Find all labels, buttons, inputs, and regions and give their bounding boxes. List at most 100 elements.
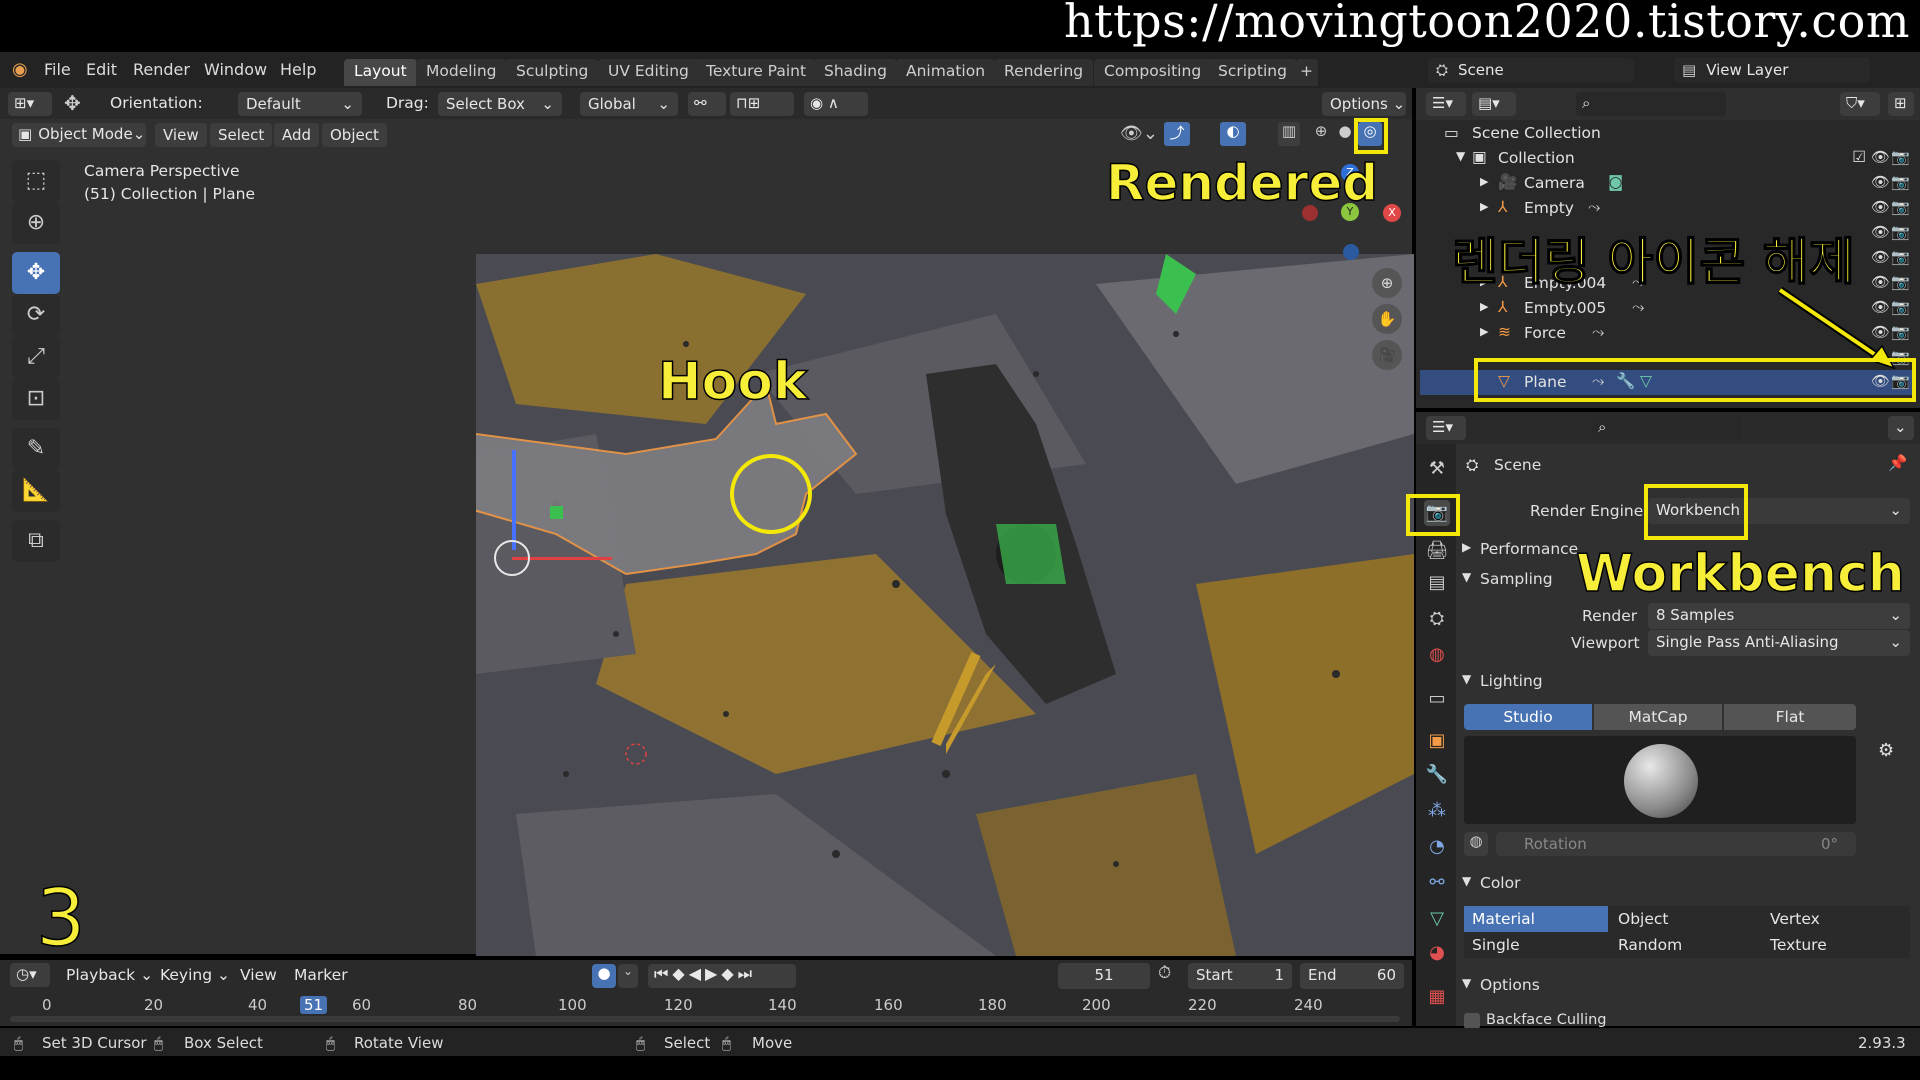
world-tab-icon[interactable]: ◍ [1424, 642, 1450, 668]
tab-layout[interactable]: Layout [344, 59, 417, 86]
tab-compositing[interactable]: Compositing [1094, 59, 1212, 86]
tab-texture-paint[interactable]: Texture Paint [696, 59, 817, 86]
rotate-tool-icon[interactable]: ⟳ [12, 294, 60, 336]
collection-checkbox[interactable]: ☑ [1852, 148, 1866, 166]
object-tab-icon[interactable]: ▣ [1424, 728, 1450, 754]
tab-shading[interactable]: Shading [814, 59, 897, 86]
expand-icon[interactable]: ▶ [1480, 325, 1488, 338]
overlay-toggle-icon[interactable]: ◐ [1220, 122, 1246, 146]
view-menu[interactable]: View [155, 123, 207, 147]
timeline-view-menu[interactable]: View [240, 966, 277, 984]
drag-dropdown[interactable]: Select Box ⌄ [438, 92, 562, 116]
performance-panel-label[interactable]: Performance [1480, 540, 1578, 558]
scene-selector[interactable]: ⛭ Scene [1428, 58, 1634, 83]
tab-animation[interactable]: Animation [896, 59, 996, 86]
sampling-panel-label[interactable]: Sampling [1480, 570, 1553, 588]
properties-search-input[interactable]: ⌕ [1592, 416, 1742, 440]
y-plane-handle[interactable] [550, 506, 563, 519]
render-samples-dropdown[interactable]: 8 Samples ⌄ [1648, 603, 1910, 629]
menu-help[interactable]: Help [280, 60, 316, 79]
solid-shading-icon[interactable]: ● [1334, 122, 1356, 146]
pivot-icon[interactable]: ⚯ [688, 92, 726, 116]
visibility-icon[interactable]: 👁 [1871, 223, 1890, 241]
scene-tab-icon[interactable]: ⛭ [1424, 606, 1450, 632]
backface-culling-checkbox[interactable] [1464, 1013, 1480, 1029]
filter-icon[interactable]: ⛉▾ [1840, 92, 1880, 116]
lighting-matcap-button[interactable]: MatCap [1594, 704, 1722, 730]
constraints-tab-icon[interactable]: ⚯ [1424, 870, 1450, 896]
view-layer-selector[interactable]: ▤ View Layer [1674, 58, 1870, 83]
collection-render-icon[interactable]: 📷 [1891, 148, 1910, 166]
move-tool-button[interactable]: ✥ [12, 252, 60, 294]
scene-collection-row[interactable]: ▭ Scene Collection [1420, 121, 1916, 146]
snap-icon[interactable]: ⊓⊞ [730, 92, 794, 116]
play-reverse-icon[interactable]: ◀ [689, 964, 705, 983]
select-box-tool-icon[interactable]: ⬚ [12, 160, 60, 202]
color-texture-button[interactable]: Texture [1762, 932, 1910, 958]
measure-tool-icon[interactable]: 📐 [12, 470, 60, 512]
expand-icon[interactable]: ▶ [1480, 175, 1488, 188]
display-mode-button[interactable]: ▤▾ [1472, 92, 1516, 116]
data-tab-icon[interactable]: ▽ [1424, 906, 1450, 932]
annotate-tool-icon[interactable]: ✎ [12, 428, 60, 470]
properties-options-icon[interactable]: ⌄ [1888, 416, 1914, 440]
tab-sculpting[interactable]: Sculpting [506, 59, 599, 86]
output-tab-icon[interactable]: 🖨 [1424, 538, 1450, 564]
z-axis-arrow[interactable] [512, 450, 516, 550]
keying-menu[interactable]: Keying ⌄ [160, 966, 230, 984]
zoom-view-icon[interactable]: ⊕ [1372, 268, 1402, 298]
editor-type-button[interactable]: ⊞▾ [8, 92, 52, 116]
auto-keying-toggle-icon[interactable]: ● [592, 964, 616, 988]
jump-end-icon[interactable]: ⏭ [738, 964, 756, 983]
transform-orientation-dropdown[interactable]: Global ⌄ [580, 92, 678, 116]
color-single-button[interactable]: Single [1464, 932, 1608, 958]
rotation-field[interactable]: Rotation 0° [1496, 832, 1856, 856]
auto-keying-options-icon[interactable]: ⌄ [618, 964, 638, 988]
render-icon[interactable]: 📷 [1891, 223, 1910, 241]
current-frame-field[interactable]: 51 [1058, 963, 1150, 989]
outliner-search-input[interactable]: ⌕ [1576, 92, 1726, 116]
blender-logo-icon[interactable]: ◉ [12, 59, 28, 80]
expand-icon[interactable]: ▶ [1480, 300, 1488, 313]
current-frame-indicator[interactable]: 51 [300, 996, 328, 1014]
scale-tool-icon[interactable]: ⤢ [12, 336, 60, 378]
timeline-scrollbar[interactable] [10, 1016, 1400, 1022]
render-icon[interactable]: 📷 [1891, 248, 1910, 266]
studio-light-preview[interactable] [1464, 736, 1856, 824]
modifier-tab-icon[interactable]: 🔧 [1424, 762, 1450, 788]
object-menu[interactable]: Object [322, 123, 387, 147]
object-origin-circle[interactable] [494, 540, 530, 576]
new-collection-icon[interactable]: ⊞ [1888, 92, 1914, 116]
start-frame-field[interactable]: Start 1 [1188, 963, 1292, 989]
color-panel-label[interactable]: Color [1480, 874, 1520, 892]
timeline-marker-menu[interactable]: Marker [294, 966, 348, 984]
render-icon[interactable]: 📷 [1891, 198, 1910, 216]
lighting-studio-button[interactable]: Studio [1464, 704, 1592, 730]
add-cube-tool-icon[interactable]: ⧉ [12, 520, 60, 562]
collection-tab-icon[interactable]: ▭ [1424, 686, 1450, 712]
tab-uv-editing[interactable]: UV Editing [598, 59, 699, 86]
proportional-edit-icon[interactable]: ◉ ∧ [804, 92, 868, 116]
particles-tab-icon[interactable]: ⁂ [1424, 798, 1450, 824]
timeline-editor-type-button[interactable]: ◷▾ [10, 963, 50, 987]
color-random-button[interactable]: Random [1610, 932, 1756, 958]
menu-edit[interactable]: Edit [86, 60, 117, 79]
collapse-color-icon[interactable]: ▼ [1462, 874, 1471, 888]
outliner-editor-type-button[interactable]: ☰▾ [1426, 92, 1466, 116]
color-vertex-button[interactable]: Vertex [1762, 906, 1910, 932]
options-dropdown[interactable]: Options ⌄ [1322, 92, 1406, 116]
prev-keyframe-icon[interactable]: ◆ [672, 964, 688, 983]
play-icon[interactable]: ▶ [705, 964, 721, 983]
gizmo-x-axis[interactable]: X [1383, 204, 1401, 222]
color-object-button[interactable]: Object [1610, 906, 1756, 932]
collection-row[interactable]: ▼ ▣ Collection ☑ 👁 📷 [1420, 146, 1916, 171]
pin-icon[interactable]: 📌 [1888, 454, 1907, 472]
view-layer-tab-icon[interactable]: ▤ [1424, 570, 1450, 596]
collapse-sampling-icon[interactable]: ▼ [1462, 570, 1471, 584]
collapse-options-icon[interactable]: ▼ [1462, 976, 1471, 990]
expand-collection-icon[interactable]: ▼ [1456, 149, 1465, 163]
transform-tool-icon[interactable]: ⊡ [12, 378, 60, 420]
orientation-dropdown[interactable]: Default ⌄ [238, 92, 362, 116]
playback-menu[interactable]: Playback ⌄ [66, 966, 153, 984]
outliner-item-camera[interactable]: ▶ 🎥 Camera ◙ 👁 📷 [1420, 171, 1916, 196]
